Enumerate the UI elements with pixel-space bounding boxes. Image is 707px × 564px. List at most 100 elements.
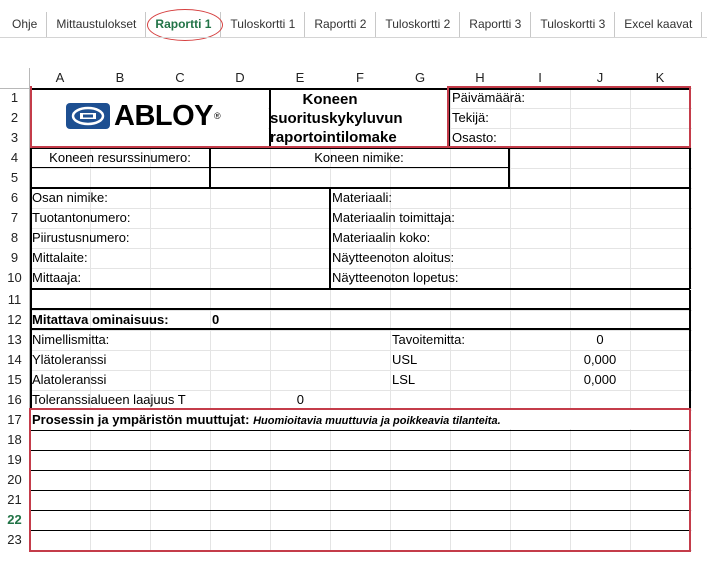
row-header-10[interactable]: 10 [0,268,29,288]
sheet-tab-ohje[interactable]: Ohje [6,12,48,37]
row-header-20[interactable]: 20 [0,470,29,490]
row-header-15[interactable]: 15 [0,370,29,390]
material-supplier-label: Materiaalin toimittaja: [332,210,455,225]
upper-tolerance-label: Ylätoleranssi [32,352,107,367]
registered-mark: ® [214,111,221,121]
usl-value[interactable]: 0,000 [510,350,690,370]
process-row-line [31,470,689,471]
red-info-top [447,86,690,88]
red-info-right [689,86,691,148]
machine-resource-label: Koneen resurssinumero: [49,150,191,165]
border-row11-left [30,290,32,310]
column-header-f[interactable]: F [330,68,390,88]
row-header-8[interactable]: 8 [0,228,29,248]
row-header-2[interactable]: 2 [0,108,29,128]
form-title: Koneen suorituskykyluvun raportointiloma… [270,90,403,147]
row-header-6[interactable]: 6 [0,188,29,208]
target-label: Tavoitemitta: [392,332,465,347]
row-header-5[interactable]: 5 [0,168,29,188]
process-row-line [31,490,689,491]
column-header-c[interactable]: C [150,68,210,88]
row-header-11[interactable]: 11 [0,290,29,310]
row-header-18[interactable]: 18 [0,430,29,450]
column-header-g[interactable]: G [390,68,450,88]
lsl-label: LSL [392,372,416,387]
column-header-h[interactable]: H [450,68,510,88]
gridline-vertical [510,88,511,551]
row-header-16[interactable]: 16 [0,390,29,410]
usl-label: USL [392,352,418,367]
row-header-9[interactable]: 9 [0,248,29,268]
machine-name-label: Koneen nimike: [314,150,404,165]
process-variables: Prosessin ja ympäristön muuttujat: Huomi… [32,410,501,431]
sheet-tab-tuloskortti-1[interactable]: Tuloskortti 1 [221,12,306,37]
date-label: Päivämäärä: [452,90,525,105]
process-row-line [31,430,689,431]
material-size-label: Materiaalin koko: [332,230,431,245]
measuring-device-label: Mittalaite: [32,250,88,265]
gridline-vertical [570,88,571,551]
measured-property-value[interactable]: 0 [212,310,219,330]
row-header-14[interactable]: 14 [0,350,29,370]
nominal-label: Nimellismitta: [32,332,110,347]
column-header-j[interactable]: J [570,68,630,88]
red-info-left [447,86,449,148]
process-variables-note: Huomioitavia muuttuvia ja poikkeavia til… [253,415,501,427]
sheet-tab-mittaustulokset[interactable]: Mittaustulokset [47,12,147,37]
sheet-tab-raportti-3[interactable]: Raportti 3 [460,12,532,37]
sheet-tab-bar: Ohje Mittaustulokset Raportti 1 Tuloskor… [6,12,703,37]
process-row-line [31,510,689,511]
tolerance-range-value[interactable]: 0 [210,390,304,410]
measurer-label: Mittaaja: [32,270,82,285]
abloy-wordmark: ABLOY [114,100,214,132]
title-line-2: suorituskykyluvun [270,110,403,127]
row-header-19[interactable]: 19 [0,450,29,470]
process-row-line [31,450,689,451]
row-header-1[interactable]: 1 [0,88,29,108]
row-header-7[interactable]: 7 [0,208,29,228]
title-line-1: Koneen [302,91,358,108]
row-header-12[interactable]: 12 [0,310,29,330]
sheet-tab-raportti-1[interactable]: Raportti 1 [146,12,222,37]
lsl-value[interactable]: 0,000 [510,370,690,390]
sheet-tab-tuloskortti-2[interactable]: Tuloskortti 2 [376,12,461,37]
production-number-label: Tuotantonumero: [32,210,131,225]
row-header-13[interactable]: 13 [0,330,29,350]
drawing-number-label: Piirustusnumero: [32,230,130,245]
row-header-3[interactable]: 3 [0,128,29,148]
sampling-start-label: Näytteenoton aloitus: [332,250,455,265]
row-header-21[interactable]: 21 [0,490,29,510]
border-row11-right [689,290,691,310]
tolerance-range-label: Toleranssialueen laajuus T [32,392,186,407]
part-name-label: Osan nimike: [32,190,108,205]
row-header-17[interactable]: 17 [0,410,29,430]
abloy-mark-icon [66,103,110,129]
process-row-line [31,530,689,531]
row-header-23[interactable]: 23 [0,530,29,550]
red-process-bottom [29,550,691,552]
red-logo-left [30,86,32,148]
sampling-end-label: Näytteenoton lopetus: [332,270,459,285]
sheet-tab-tuloskortti-3[interactable]: Tuloskortti 3 [531,12,616,37]
title-line-3: raportointilomake [270,129,397,146]
row-header-22[interactable]: 22 [0,510,29,530]
sheet-tab-raportti-2[interactable]: Raportti 2 [305,12,377,37]
row-header-4[interactable]: 4 [0,148,29,168]
target-value[interactable]: 0 [510,330,690,350]
red-process-top [29,408,691,410]
gridline-vertical [630,88,631,551]
column-header-d[interactable]: D [210,68,270,88]
material-label: Materiaali: [332,190,392,205]
sheet-tab-excel-kaavat[interactable]: Excel kaavat [615,12,703,37]
tabs-divider [0,37,707,38]
column-header-i[interactable]: I [510,68,570,88]
abloy-logo: ABLOY ® [66,100,221,132]
column-header-e[interactable]: E [270,68,330,88]
column-header-k[interactable]: K [630,68,690,88]
column-header-a[interactable]: A [30,68,90,88]
border-row10-bottom [30,288,690,290]
column-header-b[interactable]: B [90,68,150,88]
red-info-bottom [30,146,691,148]
lower-tolerance-label: Alatoleranssi [32,372,107,387]
measured-property-label: Mitattava ominaisuus: [32,312,169,327]
